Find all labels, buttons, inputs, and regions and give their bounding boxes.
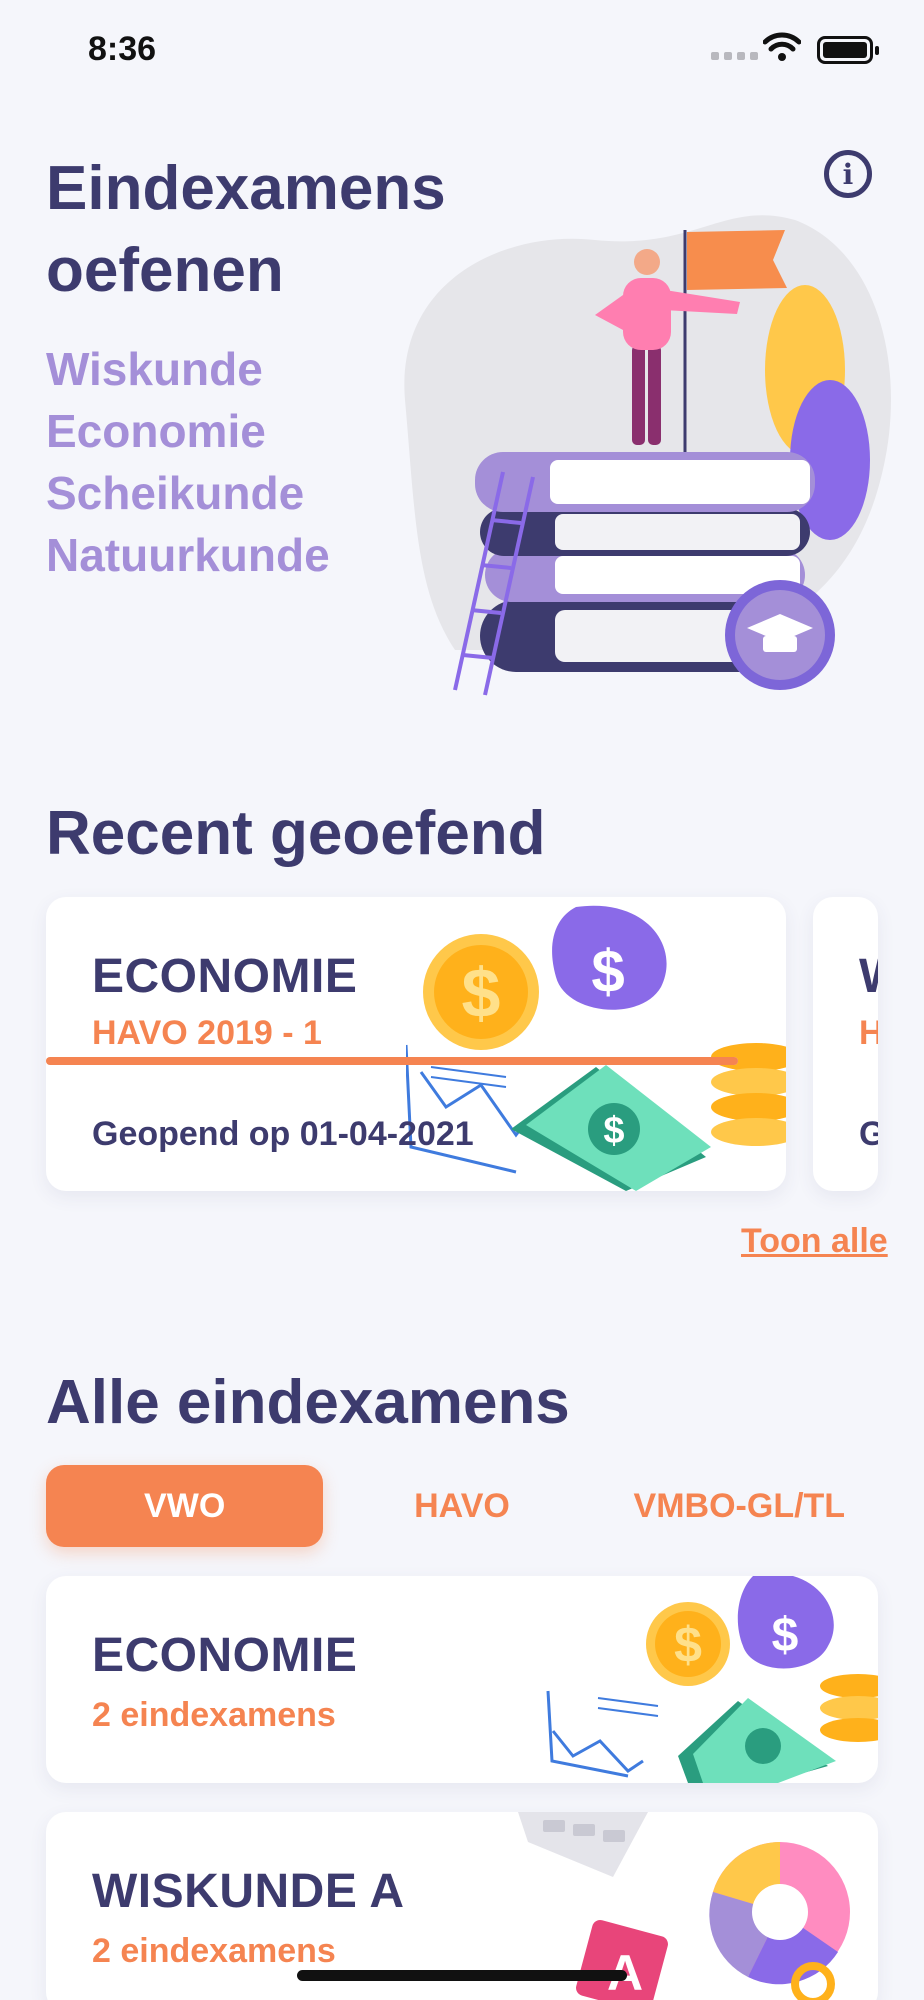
recent-card[interactable]: W H G [813,897,878,1191]
svg-text:$: $ [591,938,624,1005]
exam-progress-bar [46,1057,738,1065]
card-opened-date: G [859,1115,878,1153]
svg-text:$: $ [462,954,501,1032]
battery-icon [817,36,879,64]
subject-list: Wiskunde Economie Scheikunde Natuurkunde [46,338,330,586]
recent-section-title: Recent geoefend [46,799,546,868]
subject-item: Wiskunde [46,343,263,395]
subject-item: Natuurkunde [46,529,330,581]
svg-text:$: $ [603,1110,624,1152]
economy-illustration: $ $ [546,1576,878,1783]
card-subject: W [859,949,878,1004]
level-tabs: VWO HAVO VMBO-GL/TL [46,1465,878,1547]
card-subject: WISKUNDE A [92,1865,405,1918]
subject-item: Scheikunde [46,467,305,519]
hero-illustration [404,215,891,696]
card-exam-count: 2 eindexamens [92,1932,336,1970]
status-bar: 8:36 [0,0,924,100]
show-all-link[interactable]: Toon alle [741,1222,888,1261]
wifi-icon [763,32,801,61]
progress-fill [46,1057,738,1065]
exam-subject-card[interactable]: $ $ ECONOMIE 2 eindexamens [46,1576,878,1783]
card-subject: ECONOMIE [92,1629,358,1682]
recent-card[interactable]: $ $ $ ECONOMIE HAVO 2019 - 1 Geopend op … [46,897,786,1191]
svg-text:$: $ [674,1617,702,1673]
card-opened-date: Geopend op 01-04-2021 [92,1115,474,1153]
tab-havo[interactable]: HAVO [323,1465,600,1547]
tab-vmbo-gl-tl[interactable]: VMBO-GL/TL [601,1465,878,1547]
tab-vwo[interactable]: VWO [46,1465,324,1547]
home-indicator[interactable] [297,1970,627,1981]
info-icon: i [842,157,854,191]
card-subject: ECONOMIE [92,950,358,1003]
card-exam: HAVO 2019 - 1 [92,1014,322,1052]
subject-item: Economie [46,405,266,457]
status-time: 8:36 [88,30,157,68]
cellular-signal-icon [711,52,758,60]
svg-text:$: $ [772,1609,799,1662]
card-exam: H [859,1014,878,1052]
all-exams-section-title: Alle eindexamens [46,1368,570,1437]
card-exam-count: 2 eindexamens [92,1696,336,1734]
